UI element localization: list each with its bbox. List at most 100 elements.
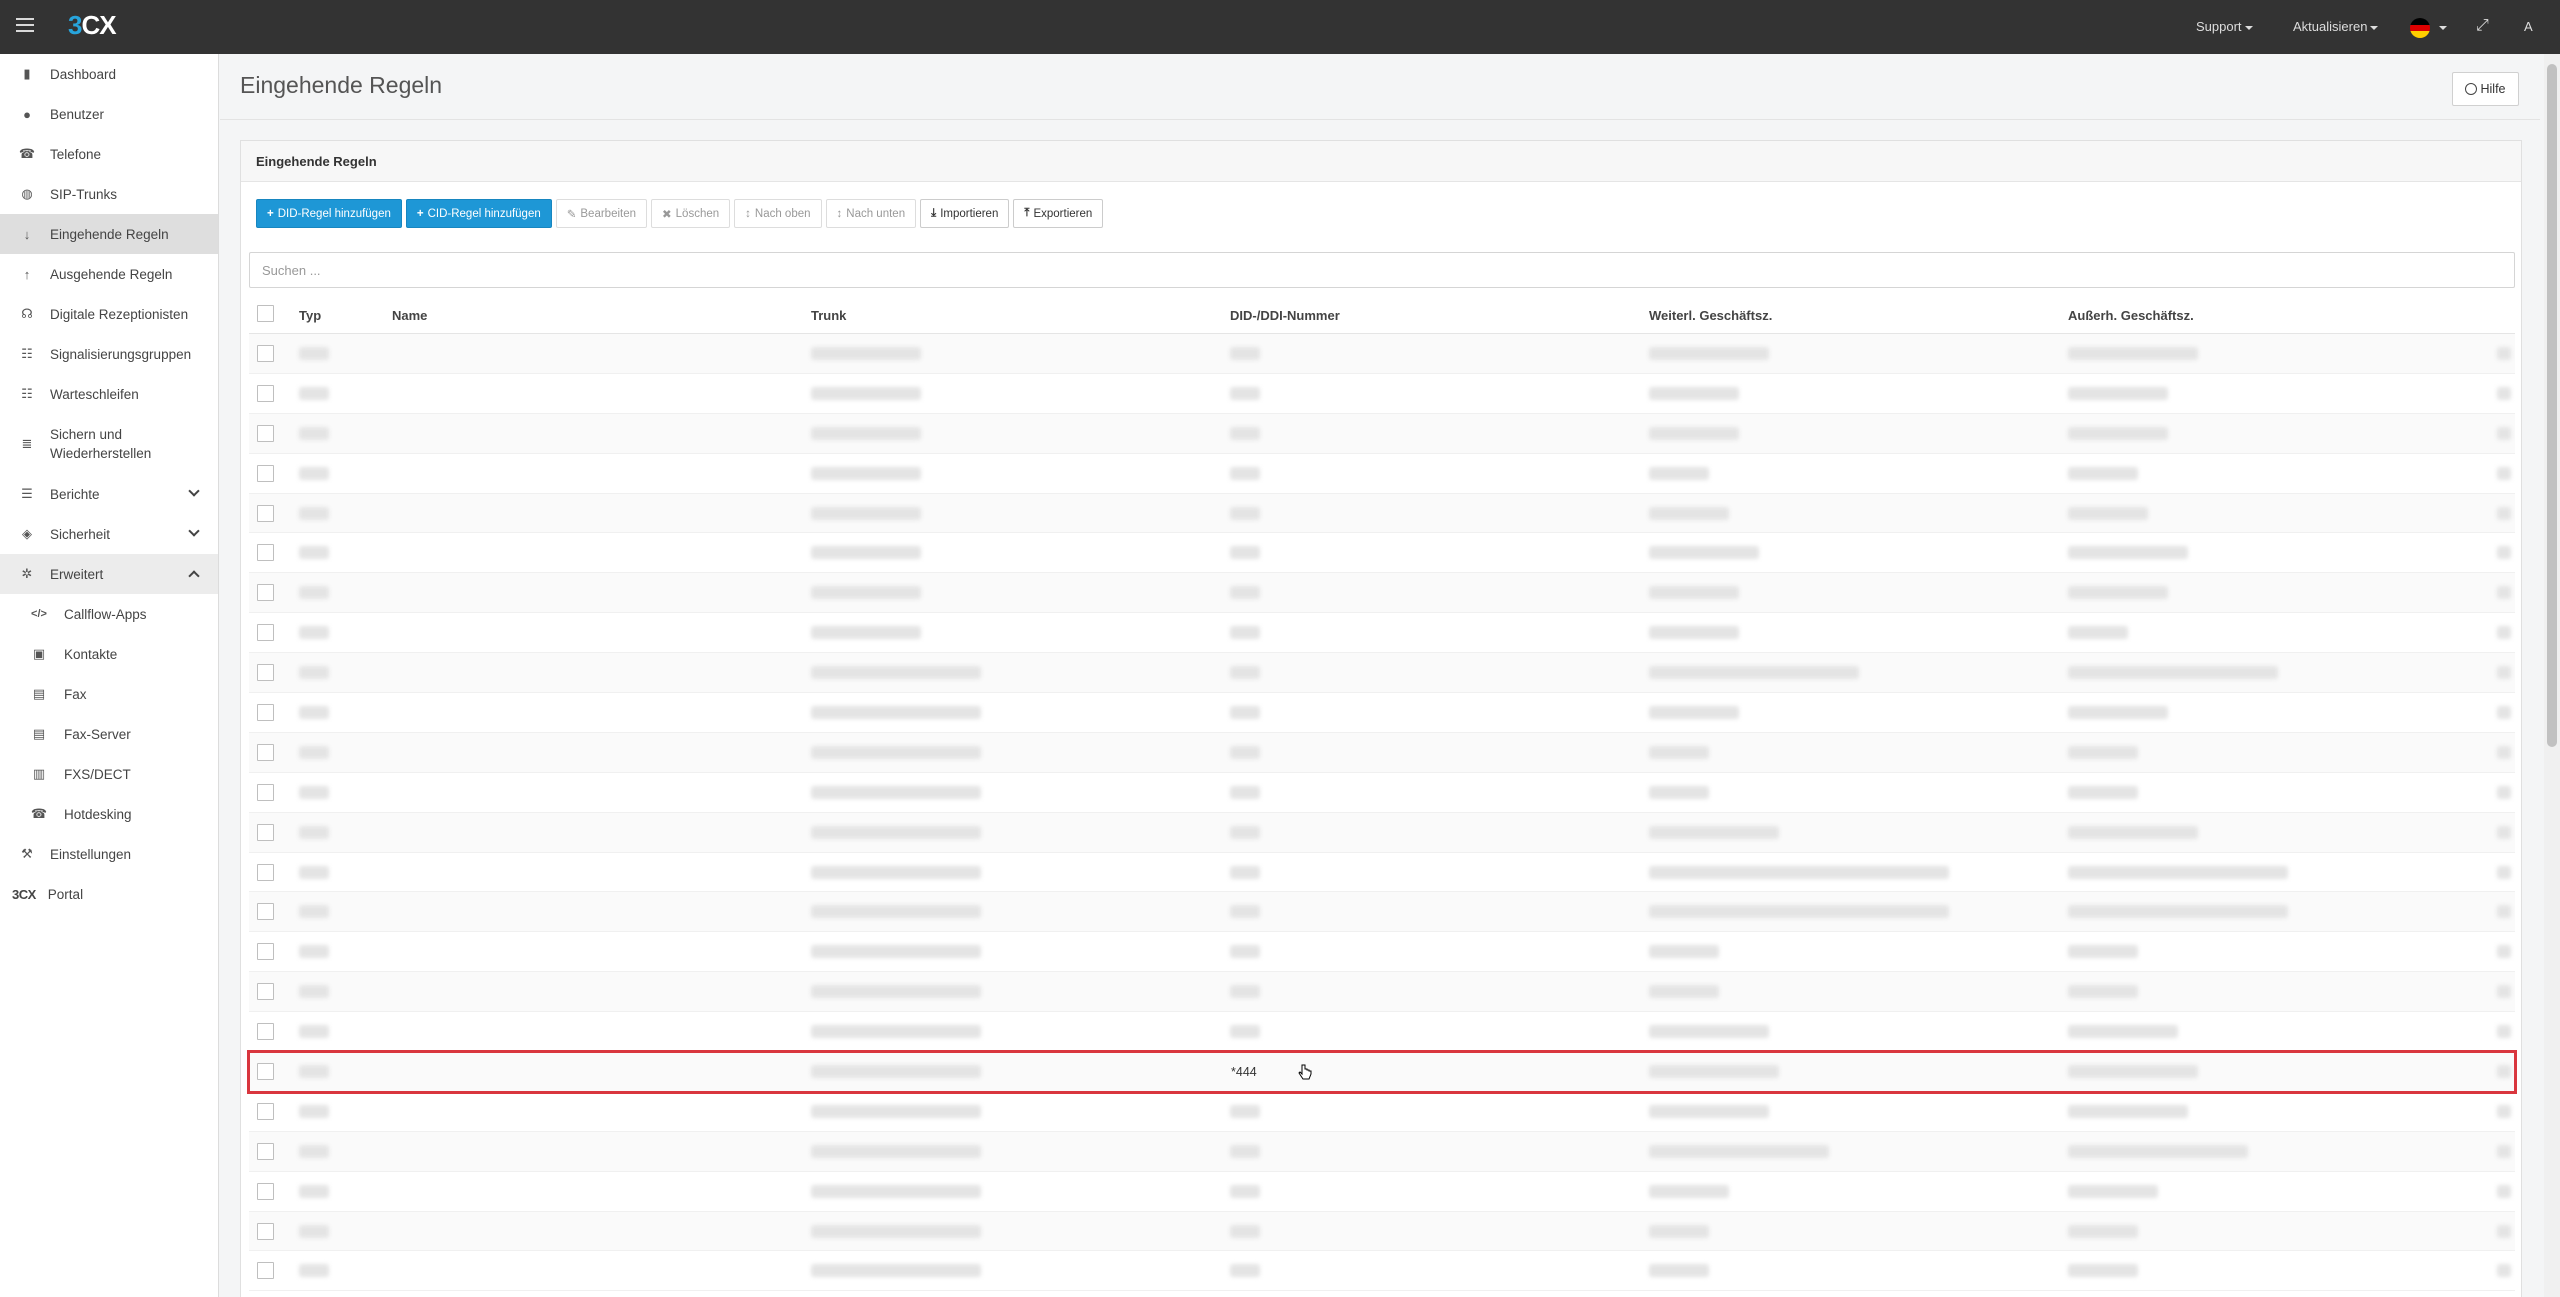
column-header-trunk[interactable]: Trunk xyxy=(811,308,846,323)
row-checkbox[interactable] xyxy=(257,823,274,841)
table-row[interactable] xyxy=(249,413,2515,454)
sidebar-item-ring-groups[interactable]: ☷ Signalisierungsgruppen xyxy=(0,334,218,374)
column-header-did[interactable]: DID-/DDI-Nummer xyxy=(1230,308,1340,323)
table-row[interactable] xyxy=(249,853,2515,893)
table-row[interactable] xyxy=(249,653,2515,694)
sidebar-item-fxs-dect[interactable]: ▥ FXS/DECT xyxy=(0,754,218,794)
sidebar-item-security[interactable]: ◈ Sicherheit xyxy=(0,514,218,554)
row-checkbox[interactable] xyxy=(257,1262,274,1280)
sidebar-item-backup-restore[interactable]: ≣ Sichern und Wiederherstellen xyxy=(0,414,218,474)
search-input[interactable] xyxy=(249,252,2515,288)
table-row[interactable] xyxy=(249,1012,2515,1053)
table-row[interactable] xyxy=(249,334,2515,374)
table-row[interactable] xyxy=(249,892,2515,933)
row-checkbox[interactable] xyxy=(257,903,274,921)
support-menu[interactable]: Support xyxy=(2196,19,2253,34)
sidebar-item-fax[interactable]: ▤ Fax xyxy=(0,674,218,714)
table-row[interactable] xyxy=(249,1131,2515,1172)
sidebar-item-contacts[interactable]: ▣ Kontakte xyxy=(0,634,218,674)
add-did-rule-button[interactable]: + DID-Regel hinzufügen xyxy=(256,199,402,228)
sidebar-item-hotdesking[interactable]: ☎ Hotdesking xyxy=(0,794,218,834)
table-row[interactable] xyxy=(249,812,2515,853)
table-row[interactable] xyxy=(249,1251,2515,1292)
row-checkbox[interactable] xyxy=(257,424,274,442)
german-flag-icon[interactable] xyxy=(2410,18,2430,38)
table-row[interactable] xyxy=(249,932,2515,973)
row-checkbox[interactable] xyxy=(257,1142,274,1160)
sidebar-item-users[interactable]: ● Benutzer xyxy=(0,94,218,134)
table-row[interactable] xyxy=(249,573,2515,614)
column-header-type[interactable]: Typ xyxy=(299,308,321,323)
table-row-selected[interactable]: *444 xyxy=(247,1050,2517,1094)
row-checkbox[interactable] xyxy=(257,743,274,761)
sidebar-item-digital-receptionists[interactable]: ☊ Digitale Rezeptionisten xyxy=(0,294,218,334)
sidebar-item-inbound-rules[interactable]: ↓ Eingehende Regeln xyxy=(0,214,218,254)
sidebar-item-phones[interactable]: ☎ Telefone xyxy=(0,134,218,174)
column-header-outside-hours[interactable]: Außerh. Geschäftsz. xyxy=(2068,308,2194,323)
help-button[interactable]: Hilfe xyxy=(2452,72,2519,106)
sidebar-item-dashboard[interactable]: ▮ Dashboard xyxy=(0,54,218,94)
edit-button[interactable]: ✎ Bearbeiten xyxy=(555,199,648,228)
import-button[interactable]: ⤓ Importieren xyxy=(920,199,1010,228)
update-menu[interactable]: Aktualisieren xyxy=(2293,19,2379,34)
language-caret-icon[interactable] xyxy=(2436,19,2447,34)
row-checkbox[interactable] xyxy=(257,504,274,522)
table-row[interactable] xyxy=(249,1092,2515,1132)
delete-button[interactable]: ✖ Löschen xyxy=(651,199,731,228)
row-checkbox[interactable] xyxy=(257,983,274,1001)
add-cid-rule-button[interactable]: + CID-Regel hinzufügen xyxy=(405,199,552,228)
table-row[interactable] xyxy=(249,972,2515,1013)
row-checkbox[interactable] xyxy=(257,943,274,961)
fullscreen-expand-icon[interactable]: ⤢ xyxy=(2476,17,2489,35)
row-checkbox[interactable] xyxy=(257,783,274,801)
sidebar-item-outbound-rules[interactable]: ↑ Ausgehende Regeln xyxy=(0,254,218,294)
row-checkbox[interactable] xyxy=(257,1023,274,1041)
table-row[interactable] xyxy=(249,454,2515,494)
table-row[interactable] xyxy=(249,1211,2515,1252)
scrollbar-thumb[interactable] xyxy=(2547,64,2557,747)
row-checkbox[interactable] xyxy=(257,1102,274,1120)
table-row[interactable] xyxy=(249,533,2515,574)
column-header-name[interactable]: Name xyxy=(392,308,427,323)
sidebar-item-sip-trunks[interactable]: ◍ SIP-Trunks xyxy=(0,174,218,214)
sidebar-item-fax-server[interactable]: ▤ Fax-Server xyxy=(0,714,218,754)
user-menu[interactable]: A xyxy=(2524,19,2533,34)
row-checkbox[interactable] xyxy=(257,345,274,362)
sidebar-item-callflow-apps[interactable]: </> Callflow-Apps xyxy=(0,594,218,634)
sidebar-item-reports[interactable]: ☰ Berichte xyxy=(0,474,218,514)
table-row[interactable] xyxy=(249,493,2515,534)
table-row[interactable] xyxy=(249,1172,2515,1212)
redacted-cell xyxy=(1649,706,1739,720)
sidebar-item-settings[interactable]: ⚒ Einstellungen xyxy=(0,834,218,874)
column-header-office-hours[interactable]: Weiterl. Geschäftsz. xyxy=(1649,308,1772,323)
export-button[interactable]: ⤒ Exportieren xyxy=(1013,199,1104,228)
table-row[interactable] xyxy=(249,374,2515,414)
row-checkbox[interactable] xyxy=(257,624,274,642)
row-checkbox[interactable] xyxy=(257,1182,274,1200)
sidebar-item-call-queues[interactable]: ☷ Warteschleifen xyxy=(0,374,218,414)
sidebar-item-advanced[interactable]: ✲ Erweitert xyxy=(0,554,218,594)
row-checkbox[interactable] xyxy=(257,584,274,602)
select-all-checkbox[interactable] xyxy=(257,305,274,322)
row-checkbox[interactable] xyxy=(257,664,274,682)
page-scrollbar[interactable] xyxy=(2544,54,2560,1297)
row-checkbox[interactable] xyxy=(257,1063,274,1081)
row-checkbox[interactable] xyxy=(257,704,274,722)
app-logo[interactable]: 3CX xyxy=(68,10,117,41)
move-up-button[interactable]: ↕ Nach oben xyxy=(734,199,822,228)
row-checkbox[interactable] xyxy=(257,464,274,482)
table-row[interactable] xyxy=(249,773,2515,813)
redacted-cell xyxy=(2068,586,2168,600)
table-row[interactable] xyxy=(249,613,2515,654)
hamburger-menu-icon[interactable] xyxy=(16,18,34,34)
row-checkbox[interactable] xyxy=(257,1222,274,1240)
row-checkbox[interactable] xyxy=(257,384,274,402)
table-row[interactable] xyxy=(249,732,2515,773)
row-checkbox[interactable] xyxy=(257,863,274,881)
redacted-cell xyxy=(2068,985,2138,999)
sidebar-item-portal[interactable]: 3CX Portal xyxy=(0,874,218,914)
move-down-button[interactable]: ↕ Nach unten xyxy=(825,199,917,228)
row-checkbox[interactable] xyxy=(257,544,274,562)
table-row[interactable] xyxy=(249,693,2515,733)
redacted-cell xyxy=(811,1144,981,1158)
